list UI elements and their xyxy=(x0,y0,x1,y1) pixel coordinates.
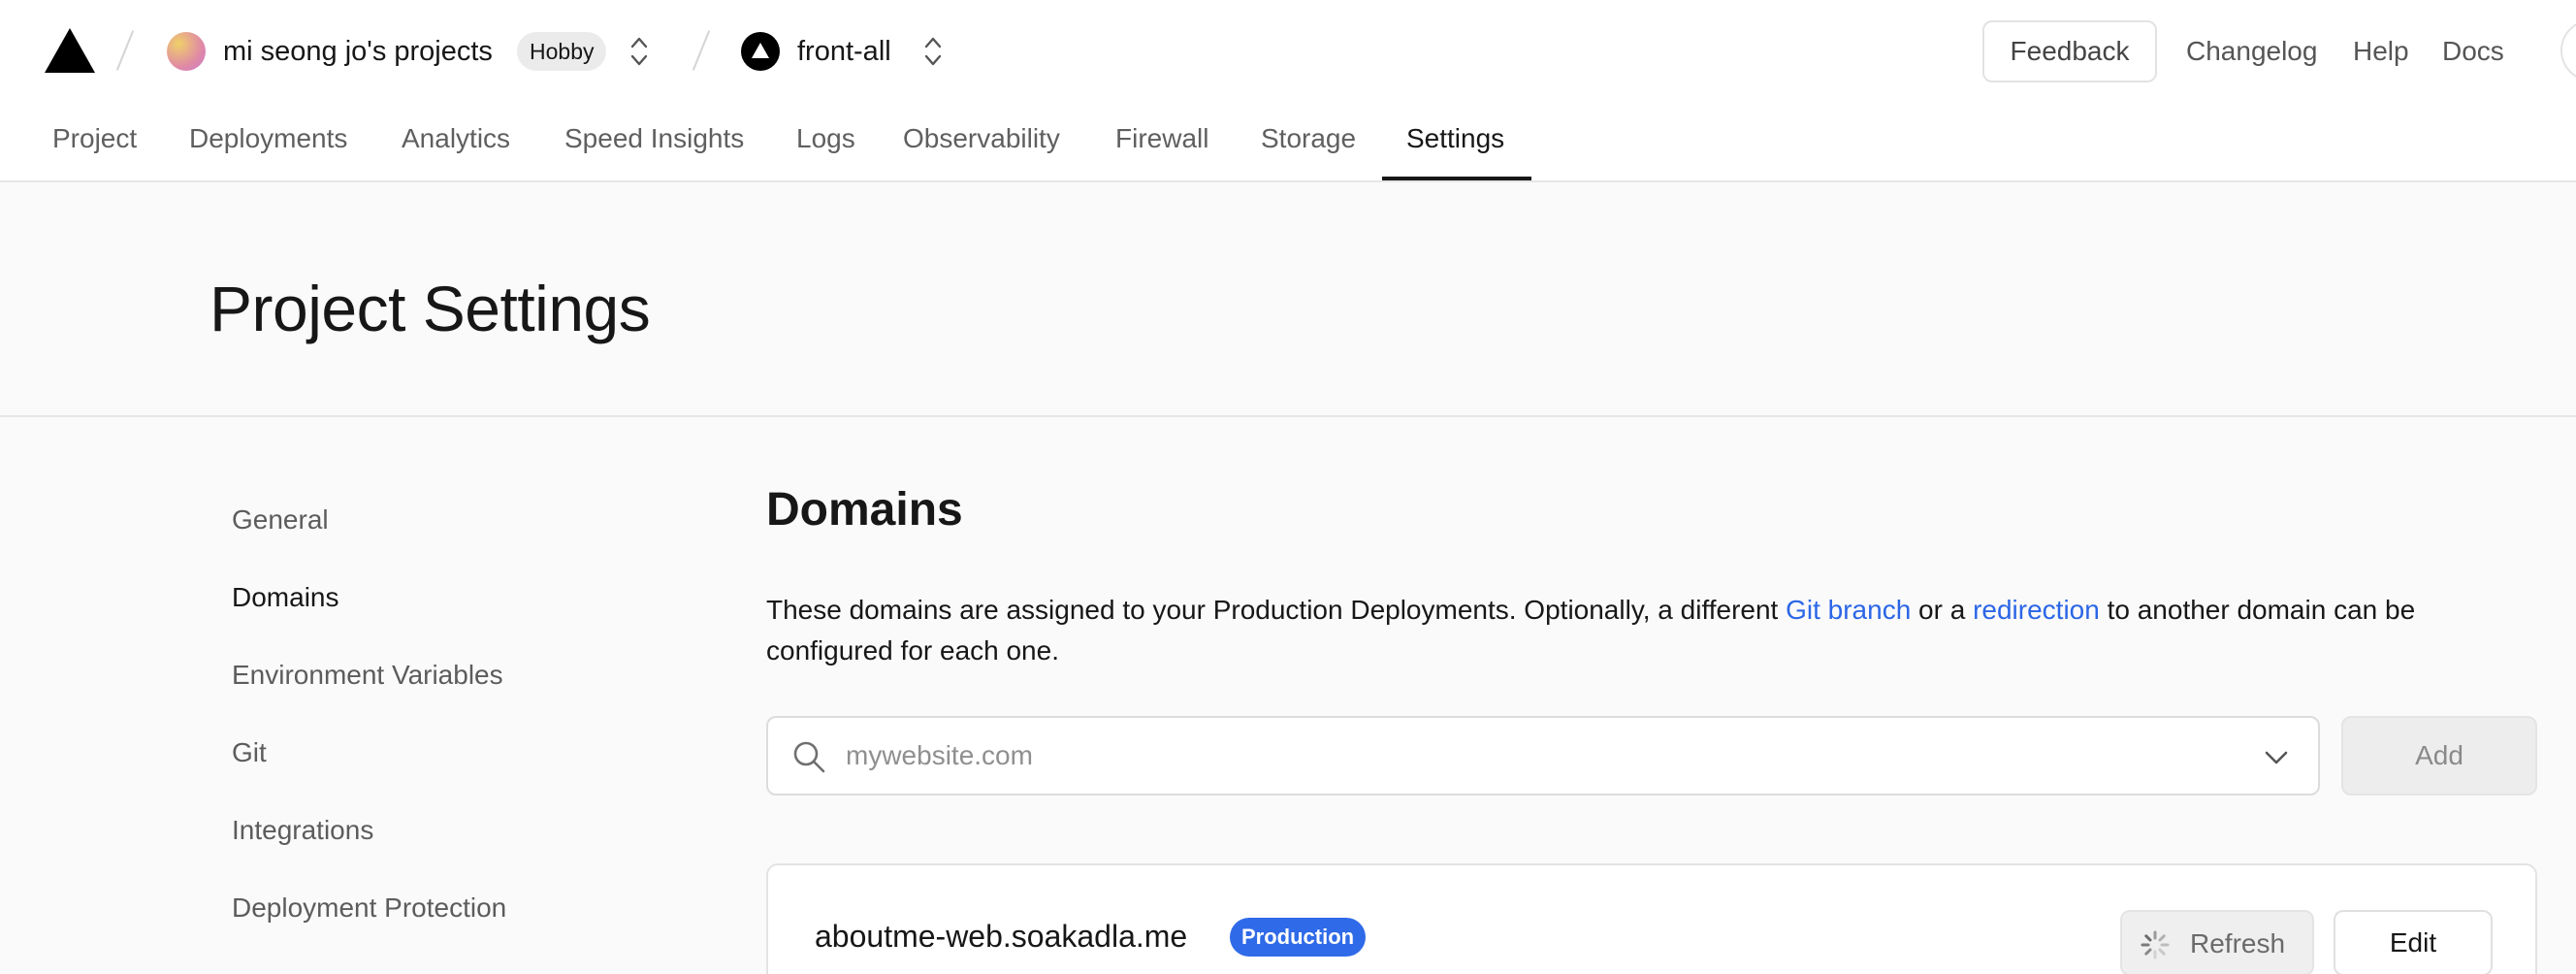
sidebar-item-domains[interactable]: Domains xyxy=(232,578,338,617)
domain-input[interactable] xyxy=(846,731,2223,780)
chevron-down-icon[interactable] xyxy=(2262,743,2291,772)
project-switcher-chevron-icon[interactable] xyxy=(922,33,944,70)
edit-button[interactable]: Edit xyxy=(2334,910,2493,974)
top-header: mi seong jo's projects Hobby front-all F… xyxy=(0,0,2576,182)
redirection-link[interactable]: redirection xyxy=(1973,595,2100,625)
git-branch-link[interactable]: Git branch xyxy=(1786,595,1911,625)
tab-settings[interactable]: Settings xyxy=(1406,114,1504,163)
loading-spinner-icon xyxy=(2141,930,2170,959)
add-domain-button[interactable]: Add xyxy=(2341,716,2537,795)
sidebar-item-general[interactable]: General xyxy=(232,501,329,539)
plan-badge: Hobby xyxy=(517,32,607,71)
description-text: These domains are assigned to your Produ… xyxy=(766,595,1787,625)
sidebar-item-deployment-protection[interactable]: Deployment Protection xyxy=(232,889,506,927)
project-name[interactable]: front-all xyxy=(797,33,891,70)
team-avatar[interactable] xyxy=(167,32,206,71)
refresh-label: Refresh xyxy=(2190,928,2286,958)
tab-firewall[interactable]: Firewall xyxy=(1115,114,1208,163)
domain-name[interactable]: aboutme-web.soakadla.me xyxy=(815,916,1187,957)
section-title: Domains xyxy=(766,484,963,536)
domain-input-field[interactable] xyxy=(766,716,2320,795)
domains-description: These domains are assigned to your Produ… xyxy=(766,590,2512,671)
sidebar-item-git[interactable]: Git xyxy=(232,733,267,772)
description-text: or a xyxy=(1911,595,1974,625)
domain-card: aboutme-web.soakadla.me Production Refre… xyxy=(766,863,2537,974)
user-avatar[interactable] xyxy=(2560,19,2576,81)
title-band: Project Settings xyxy=(0,182,2576,417)
active-tab-indicator xyxy=(1382,177,1531,180)
breadcrumb-separator xyxy=(691,27,712,74)
tab-analytics[interactable]: Analytics xyxy=(402,114,510,163)
changelog-link[interactable]: Changelog xyxy=(2186,33,2317,70)
tab-speed-insights[interactable]: Speed Insights xyxy=(564,114,744,163)
tab-observability[interactable]: Observability xyxy=(903,114,1060,163)
refresh-button[interactable]: Refresh xyxy=(2120,910,2314,974)
docs-link[interactable]: Docs xyxy=(2442,33,2504,70)
tab-deployments[interactable]: Deployments xyxy=(189,114,347,163)
sidebar-item-environment-variables[interactable]: Environment Variables xyxy=(232,656,503,695)
team-switcher-chevron-icon[interactable] xyxy=(628,33,650,70)
search-icon xyxy=(793,741,825,773)
breadcrumb-separator xyxy=(114,27,136,74)
tab-project[interactable]: Project xyxy=(52,114,137,163)
sidebar-item-integrations[interactable]: Integrations xyxy=(232,811,373,850)
project-logo-icon[interactable] xyxy=(741,32,780,71)
tab-logs[interactable]: Logs xyxy=(796,114,855,163)
help-link[interactable]: Help xyxy=(2353,33,2409,70)
production-badge: Production xyxy=(1230,918,1367,957)
page-title: Project Settings xyxy=(209,273,651,344)
feedback-button[interactable]: Feedback xyxy=(1982,20,2157,82)
tab-storage[interactable]: Storage xyxy=(1261,114,1356,163)
team-name[interactable]: mi seong jo's projects xyxy=(223,33,493,70)
vercel-logo-icon[interactable] xyxy=(45,28,95,73)
